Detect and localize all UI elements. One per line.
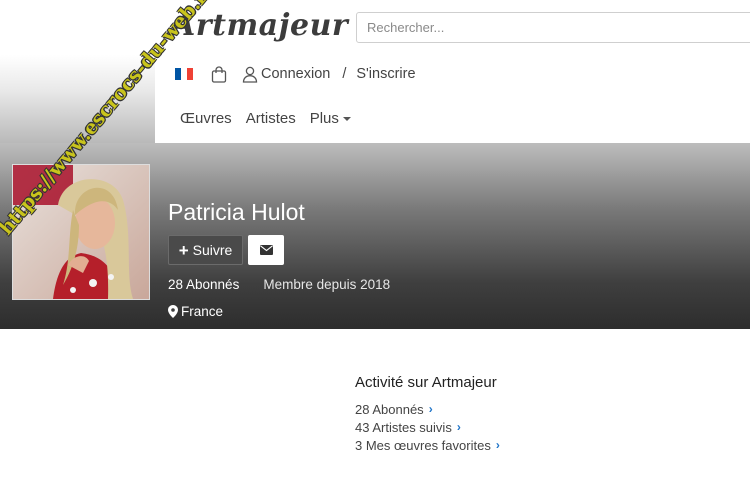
activity-link-followers[interactable]: 28 Abonnés › [355, 401, 500, 417]
chevron-right-icon: › [495, 438, 500, 452]
followers-count[interactable]: 28 Abonnés [168, 277, 239, 292]
follow-button-label: Suivre [192, 242, 233, 258]
activity-title: Activité sur Artmajeur [355, 374, 497, 391]
map-pin-icon [168, 305, 178, 318]
login-link[interactable]: Connexion [261, 66, 330, 82]
site-logo[interactable]: Artmajeur [172, 8, 348, 43]
member-since: Membre depuis 2018 [263, 277, 391, 292]
search-input[interactable] [356, 12, 750, 43]
activity-item-label: 43 Artistes suivis [355, 419, 452, 435]
chevron-right-icon: › [428, 402, 433, 416]
signup-link[interactable]: S'inscrire [356, 66, 415, 82]
caret-down-icon [342, 117, 351, 122]
activity-item-label: 3 Mes œuvres favorites [355, 437, 491, 453]
message-button[interactable] [248, 235, 284, 265]
nav-item-plus[interactable]: Plus [310, 110, 351, 127]
nav-item-artistes[interactable]: Artistes [246, 110, 296, 127]
activity-link-followed-artists[interactable]: 43 Artistes suivis › [355, 419, 500, 435]
french-flag-icon[interactable] [175, 68, 193, 80]
nav-item-oeuvres[interactable]: Œuvres [180, 110, 232, 127]
activity-link-favorite-works[interactable]: 3 Mes œuvres favorites › [355, 437, 500, 453]
avatar[interactable] [12, 164, 150, 300]
shopping-bag-icon[interactable] [211, 65, 227, 83]
envelope-icon [259, 245, 273, 255]
user-icon[interactable] [242, 66, 258, 83]
activity-item-label: 28 Abonnés [355, 401, 424, 417]
header-left-fade [0, 55, 155, 143]
profile-stats: 28 Abonnés Membre depuis 2018 [168, 277, 390, 292]
profile-location: France [168, 304, 223, 319]
top-bar: Connexion / S'inscrire [175, 62, 416, 86]
follow-button[interactable]: + Suivre [168, 235, 243, 265]
activity-panel: Activité sur Artmajeur 28 Abonnés › 43 Ar… [355, 374, 500, 455]
location-label: France [181, 304, 224, 319]
login-separator: / [342, 66, 347, 82]
profile-name: Patricia Hulot [168, 199, 305, 225]
chevron-right-icon: › [456, 420, 461, 434]
plus-icon: + [178, 240, 189, 260]
avatar-portrait-image [13, 165, 149, 299]
main-nav: Œuvres Artistes Plus [180, 110, 365, 127]
nav-item-plus-label: Plus [309, 110, 339, 127]
